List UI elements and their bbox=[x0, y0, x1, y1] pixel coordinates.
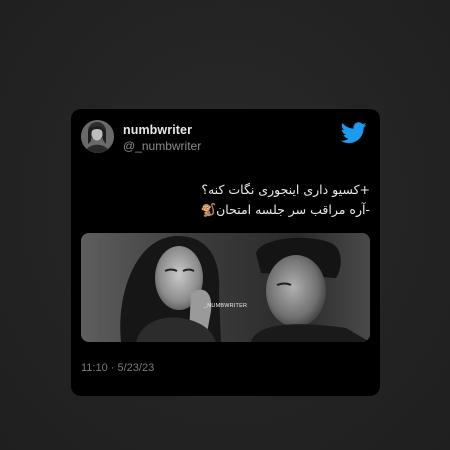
photo-watermark: _NUMBWRITER bbox=[204, 303, 248, 309]
tweet-text-line-1: +کسیو داری اینجوری نگات کنه؟ bbox=[201, 182, 370, 197]
tweet-text-line-2: -آره مراقب سر جلسه امتحان🐒 bbox=[200, 202, 370, 217]
tweet-card[interactable]: numbwriter @_numbwriter +کسیو داری اینجو… bbox=[71, 109, 380, 396]
tweet-photo[interactable]: _NUMBWRITER bbox=[81, 233, 370, 342]
tweet-timestamp[interactable]: 11:10 · 5/23/23 bbox=[81, 362, 154, 374]
twitter-bird-icon bbox=[341, 122, 367, 144]
author-display-name[interactable]: numbwriter bbox=[123, 123, 192, 137]
screenshot-background: numbwriter @_numbwriter +کسیو داری اینجو… bbox=[0, 0, 450, 450]
tweet-text: +کسیو داری اینجوری نگات کنه؟ -آره مراقب … bbox=[90, 180, 370, 220]
avatar[interactable] bbox=[81, 120, 114, 153]
author-handle[interactable]: @_numbwriter bbox=[123, 139, 201, 153]
photo-woman-and-man bbox=[81, 233, 370, 342]
